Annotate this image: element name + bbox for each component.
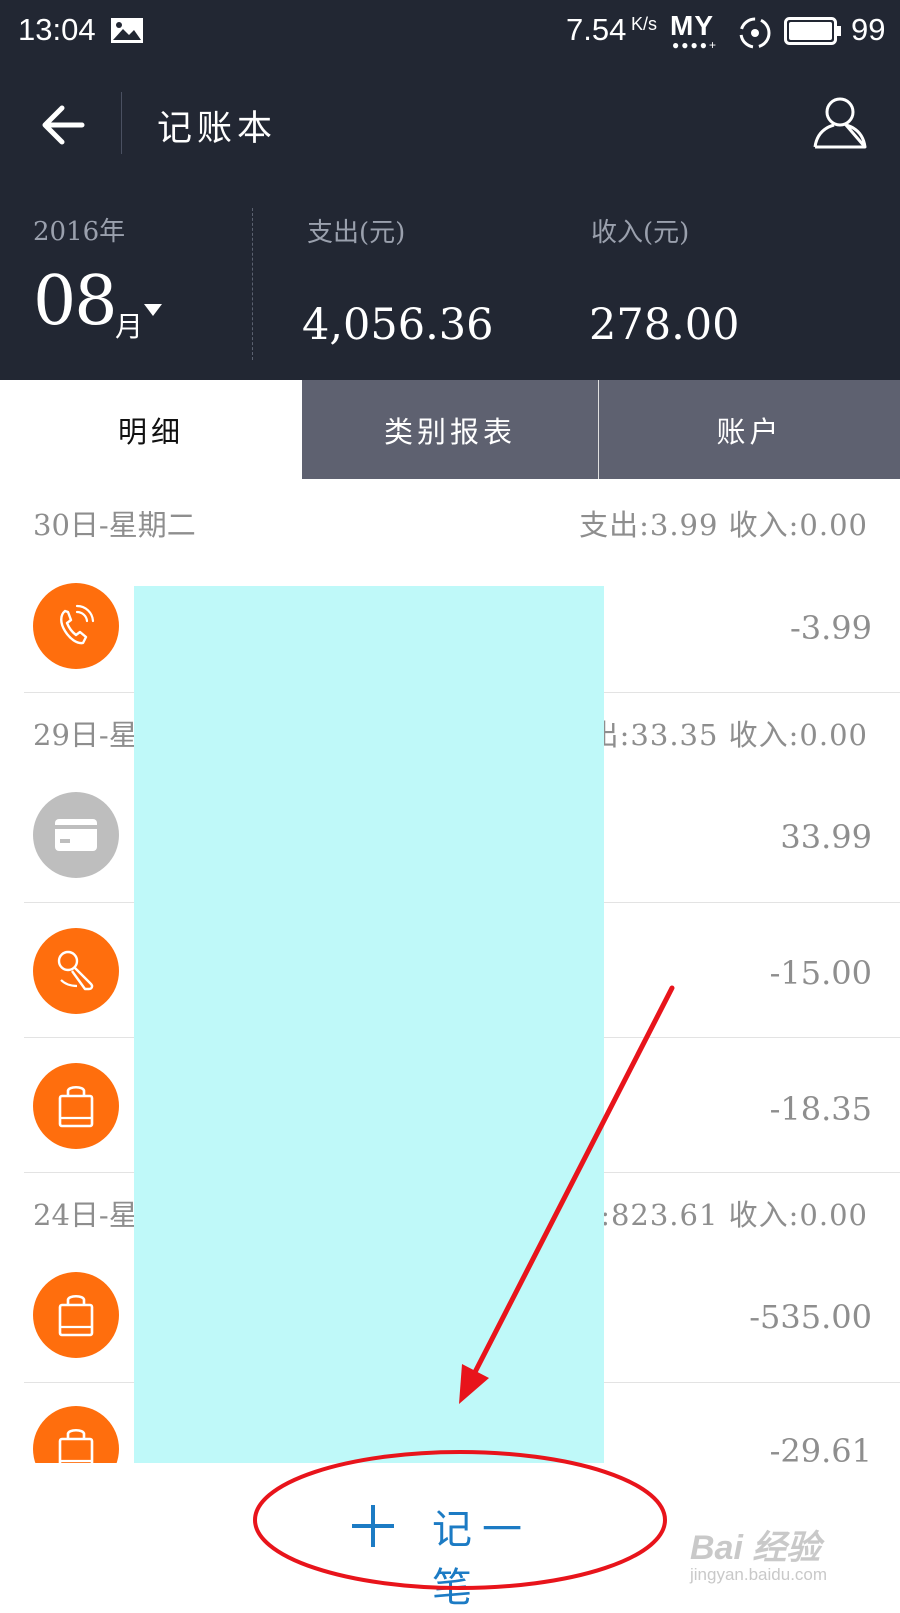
shopping-bag-icon: [58, 1294, 94, 1337]
card-icon: [55, 819, 97, 851]
day-summary: 出:33.35 收入:0.00: [589, 718, 868, 752]
income-total: 278.00: [589, 300, 740, 350]
microphone-icon: [57, 950, 94, 991]
header-divider: [121, 92, 122, 154]
shopping-bag-icon: [58, 1085, 94, 1128]
status-bar: 13:04 7.54 K/s MY ●●●●+ 99: [0, 0, 900, 68]
redaction-overlay: [134, 586, 604, 1468]
app-header: 记账本 2016年 08 月 支出(元) 4,056.36 收入(元) 278.…: [0, 68, 900, 380]
summary-divider: [252, 208, 253, 360]
battery-level: 99: [851, 12, 886, 47]
expense-label: 支出(元): [307, 218, 406, 248]
caret-down-icon[interactable]: [144, 304, 162, 316]
tab-bar: 明细 类别报表 账户: [0, 380, 900, 479]
status-time: 13:04: [18, 12, 96, 47]
user-profile-icon[interactable]: [812, 94, 868, 150]
entry-amount: -18.35: [769, 1090, 872, 1128]
tab-details[interactable]: 明细: [0, 380, 302, 479]
network-speed: 7.54: [566, 12, 627, 47]
sync-icon: [739, 17, 771, 49]
tab-accounts[interactable]: 账户: [599, 380, 900, 479]
tab-category-report[interactable]: 类别报表: [302, 380, 598, 479]
entry-amount: 33.99: [780, 818, 872, 856]
entry-amount: -3.99: [789, 609, 872, 647]
category-icon: [33, 928, 119, 1014]
month-selector[interactable]: 08: [33, 262, 118, 341]
day-summary: 支出:3.99 收入:0.00: [579, 508, 868, 542]
watermark: Bai 经验 jingyan.baidu.com: [690, 1520, 827, 1585]
category-icon: [33, 583, 119, 669]
day-summary: 出:823.61 收入:0.00: [570, 1198, 868, 1232]
signal-dots-icon: ●●●●+: [672, 38, 718, 52]
month-unit: 月: [115, 310, 144, 343]
category-icon: [33, 792, 119, 878]
day-date: 29日-星: [33, 718, 138, 752]
add-entry-button[interactable]: 记一笔: [340, 1487, 580, 1611]
category-icon: [33, 1063, 119, 1149]
battery-icon: [784, 17, 841, 45]
category-icon: [33, 1272, 119, 1358]
entry-amount: -535.00: [749, 1298, 872, 1336]
add-entry-label: 记一笔: [432, 1507, 532, 1611]
day-date: 30日-星期二: [33, 508, 196, 542]
watermark-url: jingyan.baidu.com: [690, 1565, 828, 1584]
watermark-logo: Bai 经验: [690, 1529, 821, 1567]
expense-total: 4,056.36: [302, 300, 494, 350]
page-title: 记账本: [157, 109, 278, 149]
image-notification-icon: [111, 18, 143, 43]
entry-amount: -15.00: [769, 954, 872, 992]
network-speed-unit: K/s: [631, 14, 658, 34]
day-header: 30日-星期二 支出:3.99 收入:0.00: [0, 502, 900, 542]
day-date: 24日-星: [33, 1198, 138, 1232]
plus-icon: [352, 1505, 394, 1547]
back-arrow-icon[interactable]: [38, 100, 88, 150]
phone-icon: [60, 604, 95, 645]
year-label: 2016年: [33, 217, 126, 247]
income-label: 收入(元): [591, 218, 690, 248]
